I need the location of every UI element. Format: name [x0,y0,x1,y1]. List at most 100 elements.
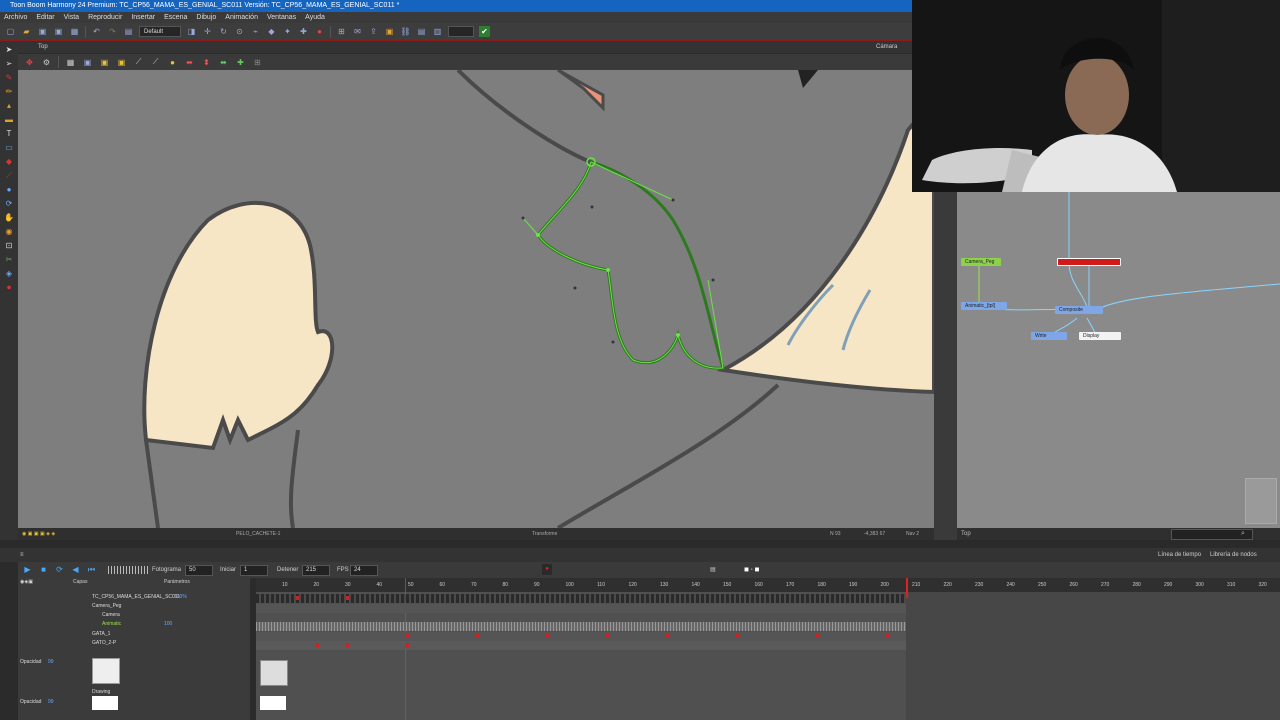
layer-row[interactable]: TC_CP56_MAMA_ES_GENIAL_SC011 100% [18,593,250,602]
export-icon[interactable]: ⇪ [368,26,379,37]
transform-icon[interactable]: ✦ [282,26,293,37]
layer-thumbnail[interactable] [92,696,118,710]
search-icon[interactable]: ⌕ [1241,528,1245,540]
undo-icon[interactable]: ↶ [91,26,102,37]
drawing-svg[interactable] [18,70,934,528]
playback-speed-slider[interactable] [108,566,148,574]
menu-editar[interactable]: Editar [36,12,54,23]
track-row[interactable] [256,641,906,650]
lock-icon[interactable]: ▣ [99,57,110,68]
prev-frame-icon[interactable]: ◀ [70,565,81,576]
zoom-icon[interactable]: ◉ [4,227,14,237]
iniciar-field[interactable]: 1 [240,565,268,576]
menu-archivo[interactable]: Archivo [4,12,27,23]
new-icon[interactable]: ▢ [5,26,16,37]
record-tool-icon[interactable]: ⏺ [4,283,14,293]
keyframe-icon[interactable]: ◼ ◦ ◼ [744,562,759,578]
align-icon[interactable]: ⬌ [218,57,229,68]
timeline-tracks[interactable] [256,578,1280,720]
play-icon[interactable]: ▶ [22,565,33,576]
delete-icon[interactable]: ▦ [69,26,80,37]
frame-ruler[interactable]: 10 20 30 40 50 60 70 80 90 100 110 120 130 140 150 160 1… [256,578,1280,592]
record-frame-icon[interactable]: ● [542,564,552,575]
camera-view[interactable] [18,70,934,528]
brush-icon[interactable]: ✎ [4,73,14,83]
node-write[interactable]: Write [1031,332,1067,340]
checkmark-icon[interactable]: ✔ [479,26,490,37]
stamp-icon[interactable]: ▴ [4,101,14,111]
workspace-select[interactable]: Default [139,26,181,37]
node-red[interactable] [1057,258,1121,266]
layer-row[interactable]: Camera [18,611,250,620]
workspace-icon[interactable]: ◨ [186,26,197,37]
pointer-icon[interactable]: ✥ [24,57,35,68]
track-row[interactable] [256,594,906,603]
node-navigator[interactable] [1245,478,1277,524]
grid-view-icon[interactable]: ▦ [65,57,76,68]
hand-icon[interactable]: ✋ [4,213,14,223]
keyframe-marker[interactable] [346,596,349,600]
keyframe-marker[interactable] [886,634,889,638]
flip-v-icon[interactable]: ⬍ [201,57,212,68]
transform-tool-icon[interactable]: ⊡ [4,241,14,251]
bone-icon[interactable]: ⌁ [250,26,261,37]
keyframe-marker[interactable] [666,634,669,638]
menu-ayuda[interactable]: Ayuda [305,12,325,23]
stop-icon[interactable]: ■ [38,565,49,576]
control-point[interactable] [573,286,577,290]
keyframe-marker[interactable] [476,634,479,638]
tab-timeline[interactable]: Línea de tiempo [1158,548,1201,562]
fps-field[interactable]: 24 [350,565,378,576]
layer-row[interactable]: Camera_Peg [18,602,250,611]
node-view[interactable]: Camera_Peg Animatic_[tpl] Composite Writ… [957,192,1280,528]
layer-row[interactable]: Opacidad 99 [18,698,250,707]
panel-splitter[interactable] [0,540,1280,548]
misc-icon[interactable]: ⊞ [252,57,263,68]
menu-insertar[interactable]: Insertar [131,12,155,23]
text-icon[interactable]: T [4,129,14,139]
view-controls-icon[interactable]: ◉ ▣ ▣ ▣ ◈ ◈ [22,528,55,540]
end-marker[interactable] [906,578,908,598]
fill-icon[interactable]: ● [4,185,14,195]
control-point[interactable] [671,198,675,202]
menu-icon[interactable]: ≡ [20,548,24,562]
eraser-icon[interactable]: ▬ [4,115,14,125]
keyframe-marker[interactable] [406,634,409,638]
node-display[interactable]: Display [1079,332,1121,340]
anchor-point[interactable] [676,333,680,337]
track-row[interactable] [256,632,906,641]
anchor-point[interactable] [606,268,610,272]
selected-contour[interactable] [536,160,725,370]
open-icon[interactable]: ▰ [21,26,32,37]
select-icon[interactable]: ➤ [4,45,14,55]
layer-row[interactable]: GATA_1 [18,630,250,639]
layout-icon[interactable]: ▤ [416,26,427,37]
keyframe-marker[interactable] [316,643,319,647]
drawing-thumbnail[interactable] [260,696,286,710]
track-row[interactable] [256,622,906,631]
save-icon[interactable]: ▣ [37,26,48,37]
control-point[interactable] [590,205,594,209]
menu-escena[interactable]: Escena [164,12,187,23]
layer-row[interactable]: Animatic 100 [18,620,250,629]
lock2-icon[interactable]: ▣ [116,57,127,68]
contour-icon[interactable]: ➢ [4,59,14,69]
drawing-thumbnail[interactable] [260,660,288,686]
rotate-icon[interactable]: ↻ [218,26,229,37]
control-point[interactable] [711,278,715,282]
loop-icon[interactable]: ⟳ [54,565,65,576]
flip-h-icon[interactable]: ⬌ [184,57,195,68]
peg-icon[interactable]: ✛ [202,26,213,37]
fotograma-field[interactable]: 50 [185,565,213,576]
tab-camera[interactable]: Cámara [876,41,897,53]
menu-dibujo[interactable]: Dibujo [196,12,216,23]
menu-ventanas[interactable]: Ventanas [267,12,296,23]
menu-reproducir[interactable]: Reproducir [88,12,122,23]
pen2-icon[interactable]: ⟋ [150,57,161,68]
distribute-icon[interactable]: ✚ [235,57,246,68]
keyframe-marker[interactable] [296,596,299,600]
shape-icon[interactable]: ▭ [4,143,14,153]
node-animatic[interactable]: Animatic_[tpl] [961,302,1007,310]
pencil-icon[interactable]: ✏ [4,87,14,97]
node-icon[interactable]: ◆ [266,26,277,37]
